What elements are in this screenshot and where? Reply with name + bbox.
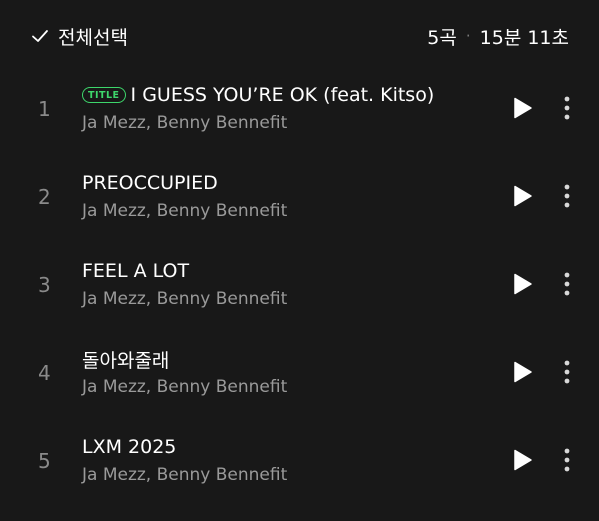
checkmark-icon bbox=[32, 30, 48, 42]
track-artist[interactable]: Ja Mezz, Benny Bennefit bbox=[82, 289, 492, 309]
play-icon[interactable] bbox=[510, 184, 534, 208]
track-row[interactable]: 2 PREOCCUPIED Ja Mezz, Benny Bennefit bbox=[0, 160, 599, 248]
play-icon[interactable] bbox=[510, 272, 534, 296]
track-artist[interactable]: Ja Mezz, Benny Bennefit bbox=[82, 465, 492, 485]
track-title: I GUESS YOU’RE OK (feat. Kitso) bbox=[130, 84, 435, 106]
track-row[interactable]: 5 LXM 2025 Ja Mezz, Benny Bennefit bbox=[0, 424, 599, 512]
track-count: 5곡 bbox=[427, 26, 457, 49]
track-row[interactable]: 1 TITLE I GUESS YOU’RE OK (feat. Kitso) … bbox=[0, 72, 599, 160]
track-title-line: 돌아와줄래 bbox=[82, 346, 492, 372]
track-artist[interactable]: Ja Mezz, Benny Bennefit bbox=[82, 201, 492, 221]
track-artist[interactable]: Ja Mezz, Benny Bennefit bbox=[82, 377, 492, 397]
tracklist-header: 전체선택 5곡 · 15분 11초 bbox=[0, 0, 599, 72]
select-all-button[interactable]: 전체선택 bbox=[30, 21, 128, 51]
track-title: 돌아와줄래 bbox=[82, 349, 170, 372]
track-title: FEEL A LOT bbox=[82, 260, 190, 282]
album-summary: 5곡 · 15분 11초 bbox=[427, 21, 569, 51]
track-title-line: TITLE I GUESS YOU’RE OK (feat. Kitso) bbox=[82, 82, 492, 108]
track-info[interactable]: TITLE I GUESS YOU’RE OK (feat. Kitso) Ja… bbox=[82, 82, 492, 133]
title-track-badge: TITLE bbox=[82, 87, 126, 103]
select-all-label: 전체선택 bbox=[58, 26, 128, 49]
more-vertical-icon[interactable] bbox=[556, 95, 578, 121]
track-number: 2 bbox=[38, 185, 51, 209]
track-info[interactable]: FEEL A LOT Ja Mezz, Benny Bennefit bbox=[82, 258, 492, 309]
track-title-line: FEEL A LOT bbox=[82, 258, 492, 284]
total-duration: 15분 11초 bbox=[479, 26, 569, 49]
more-vertical-icon[interactable] bbox=[556, 359, 578, 385]
track-info[interactable]: LXM 2025 Ja Mezz, Benny Bennefit bbox=[82, 434, 492, 485]
play-icon[interactable] bbox=[510, 360, 534, 384]
track-list: 1 TITLE I GUESS YOU’RE OK (feat. Kitso) … bbox=[0, 72, 599, 512]
track-number: 4 bbox=[38, 361, 51, 385]
track-row[interactable]: 3 FEEL A LOT Ja Mezz, Benny Bennefit bbox=[0, 248, 599, 336]
track-artist[interactable]: Ja Mezz, Benny Bennefit bbox=[82, 113, 492, 133]
track-row[interactable]: 4 돌아와줄래 Ja Mezz, Benny Bennefit bbox=[0, 336, 599, 424]
track-number: 5 bbox=[38, 449, 51, 473]
play-icon[interactable] bbox=[510, 96, 534, 120]
track-number: 1 bbox=[38, 97, 51, 121]
play-icon[interactable] bbox=[510, 448, 534, 472]
track-title: LXM 2025 bbox=[82, 436, 177, 458]
track-title-line: PREOCCUPIED bbox=[82, 170, 492, 196]
track-number: 3 bbox=[38, 273, 51, 297]
track-info[interactable]: 돌아와줄래 Ja Mezz, Benny Bennefit bbox=[82, 346, 492, 398]
more-vertical-icon[interactable] bbox=[556, 271, 578, 297]
track-title-line: LXM 2025 bbox=[82, 434, 492, 460]
more-vertical-icon[interactable] bbox=[556, 447, 578, 473]
track-info[interactable]: PREOCCUPIED Ja Mezz, Benny Bennefit bbox=[82, 170, 492, 221]
track-title: PREOCCUPIED bbox=[82, 172, 218, 194]
more-vertical-icon[interactable] bbox=[556, 183, 578, 209]
summary-separator: · bbox=[465, 27, 471, 45]
